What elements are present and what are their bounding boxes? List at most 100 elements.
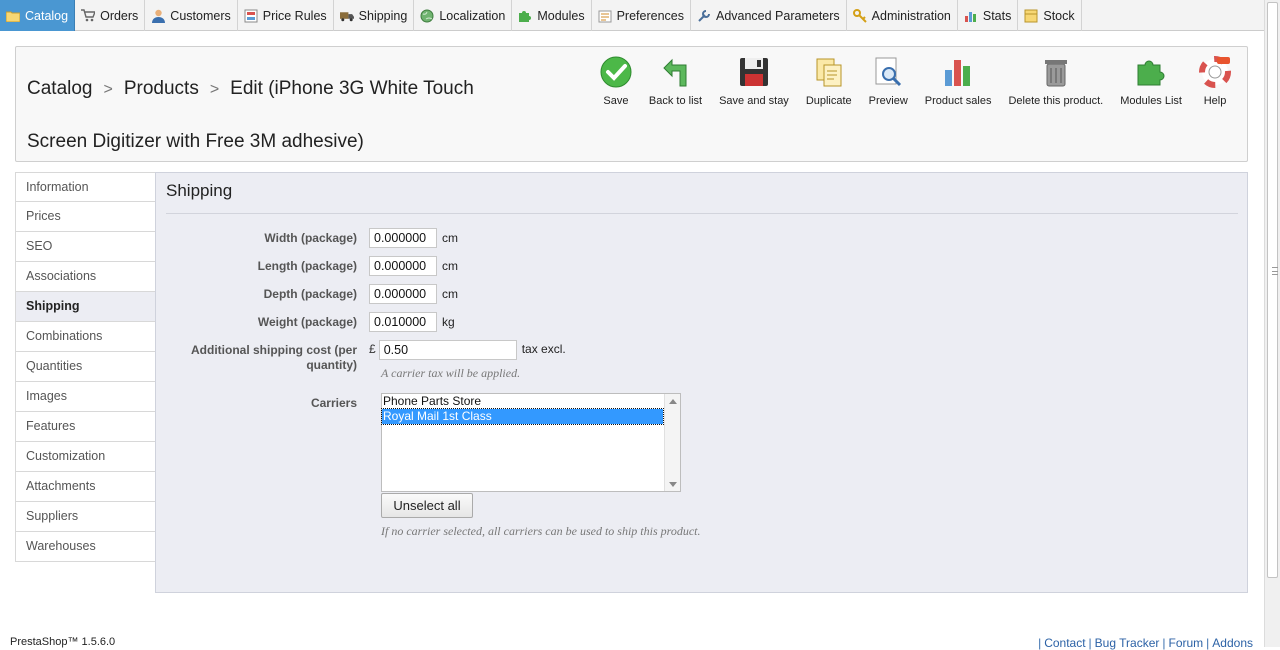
menu-label: Localization: [439, 8, 506, 23]
menu-localization[interactable]: Localization: [414, 0, 513, 31]
modules-list-button[interactable]: Modules List: [1120, 56, 1182, 107]
select-scrollbar[interactable]: [664, 394, 680, 491]
carrier-option-selected[interactable]: Royal Mail 1st Class: [381, 408, 664, 425]
menu-modules[interactable]: Modules: [512, 0, 592, 31]
tab-shipping[interactable]: Shipping: [15, 292, 156, 322]
version-text: PrestaShop™ 1.5.6.0: [10, 636, 116, 648]
menu-preferences[interactable]: Preferences: [592, 0, 691, 31]
menu-orders[interactable]: Orders: [75, 0, 146, 31]
check-icon: [600, 56, 632, 88]
width-unit: cm: [442, 231, 458, 245]
footer-link-forum[interactable]: Forum: [1169, 636, 1204, 650]
trash-icon: [1040, 56, 1072, 88]
tab-customization[interactable]: Customization: [15, 442, 156, 472]
preferences-icon: [598, 9, 612, 23]
tab-images[interactable]: Images: [15, 382, 156, 412]
breadcrumb-catalog[interactable]: Catalog: [27, 78, 93, 99]
breadcrumb-products[interactable]: Products: [124, 78, 199, 99]
tab-suppliers[interactable]: Suppliers: [15, 502, 156, 532]
back-arrow-icon: [660, 56, 692, 88]
preview-label: Preview: [868, 95, 908, 107]
carriers-select[interactable]: Phone Parts Store Royal Mail 1st Class: [381, 393, 681, 492]
tab-quantities[interactable]: Quantities: [15, 352, 156, 382]
product-sales-label: Product sales: [924, 95, 992, 107]
breadcrumb: Catalog > Products > Edit (iPhone 3G White T…: [27, 63, 517, 168]
tax-excl-label: tax excl.: [521, 342, 566, 356]
product-tabs: Information Prices SEO Associations Ship…: [15, 172, 156, 562]
footer-link-bug-tracker[interactable]: Bug Tracker: [1095, 636, 1160, 650]
duplicate-button[interactable]: Duplicate: [806, 56, 852, 107]
unselect-all-button[interactable]: Unselect all: [381, 493, 473, 518]
shipping-panel: Shipping Width (package) cm Length (pack…: [155, 172, 1248, 593]
bar-chart-icon: [942, 56, 974, 88]
tab-warehouses[interactable]: Warehouses: [15, 532, 156, 562]
folder-icon: [6, 9, 20, 23]
currency-symbol: £: [369, 342, 376, 356]
stock-icon: [1024, 9, 1038, 23]
menu-stock[interactable]: Stock: [1018, 0, 1082, 31]
additional-cost-input[interactable]: [378, 340, 517, 360]
menu-label: Orders: [100, 8, 139, 23]
product-sales-button[interactable]: Product sales: [924, 56, 992, 107]
save-and-stay-button[interactable]: Save and stay: [719, 56, 789, 107]
footer-link-contact[interactable]: Contact: [1044, 636, 1085, 650]
chevron-right-icon: >: [103, 81, 113, 98]
lifebuoy-icon: [1199, 56, 1231, 88]
depth-label: Depth (package): [263, 287, 357, 301]
tab-associations[interactable]: Associations: [15, 262, 156, 292]
globe-icon: [420, 9, 434, 23]
additional-cost-label-line2: quantity): [306, 358, 357, 372]
menu-price-rules[interactable]: Price Rules: [238, 0, 334, 31]
save-button[interactable]: Save: [600, 56, 632, 107]
weight-input[interactable]: [369, 312, 437, 332]
menu-label: Stats: [982, 8, 1012, 23]
scroll-down-icon[interactable]: [669, 482, 677, 487]
page-scrollbar[interactable]: [1264, 0, 1280, 647]
key-icon: [852, 8, 867, 23]
duplicate-label: Duplicate: [805, 95, 852, 107]
carrier-tax-hint: A carrier tax will be applied.: [381, 366, 521, 380]
menu-label: Shipping: [358, 8, 408, 23]
page-toolbar: Catalog > Products > Edit (iPhone 3G White T…: [15, 46, 1248, 162]
save-stay-label: Save and stay: [719, 95, 789, 107]
tab-features[interactable]: Features: [15, 412, 156, 442]
carriers-hint: If no carrier selected, all carriers can…: [381, 524, 701, 538]
scroll-up-icon[interactable]: [669, 399, 677, 404]
tab-combinations[interactable]: Combinations: [15, 322, 156, 352]
puzzle-icon: [1135, 56, 1167, 88]
scrollbar-thumb[interactable]: [1267, 2, 1278, 578]
chevron-right-icon: >: [209, 81, 220, 98]
menu-label: Modules: [537, 8, 585, 23]
preview-button[interactable]: Preview: [869, 56, 908, 107]
tab-prices[interactable]: Prices: [15, 202, 156, 232]
tab-information[interactable]: Information: [15, 172, 156, 202]
tab-attachments[interactable]: Attachments: [15, 472, 156, 502]
menu-label: Price Rules: [262, 8, 327, 23]
width-label: Width (package): [264, 231, 357, 245]
modules-list-label: Modules List: [1120, 95, 1182, 107]
chart-icon: [964, 9, 978, 23]
back-label: Back to list: [648, 95, 703, 107]
tab-seo[interactable]: SEO: [15, 232, 156, 262]
carrier-option[interactable]: Phone Parts Store: [382, 394, 663, 409]
depth-input[interactable]: [369, 284, 437, 304]
footer-link-addons[interactable]: Addons: [1212, 636, 1253, 650]
width-input[interactable]: [369, 228, 437, 248]
length-input[interactable]: [369, 256, 437, 276]
menu-administration[interactable]: Administration: [847, 0, 958, 31]
depth-row: Depth (package) cm: [156, 284, 458, 304]
save-label: Save: [603, 95, 629, 107]
menu-advanced-parameters[interactable]: Advanced Parameters: [691, 0, 847, 31]
truck-icon: [339, 9, 354, 23]
help-button[interactable]: Help: [1199, 56, 1231, 107]
menu-customers[interactable]: Customers: [145, 0, 238, 31]
depth-unit: cm: [442, 287, 458, 301]
menu-stats[interactable]: Stats: [958, 0, 1019, 31]
delete-product-button[interactable]: Delete this product.: [1008, 56, 1103, 107]
weight-label: Weight (package): [257, 315, 357, 329]
weight-unit: kg: [442, 315, 455, 329]
additional-cost-label-line1: Additional shipping cost (per: [191, 343, 357, 357]
menu-shipping[interactable]: Shipping: [334, 0, 415, 31]
back-to-list-button[interactable]: Back to list: [649, 56, 702, 107]
menu-catalog[interactable]: Catalog: [0, 0, 76, 31]
